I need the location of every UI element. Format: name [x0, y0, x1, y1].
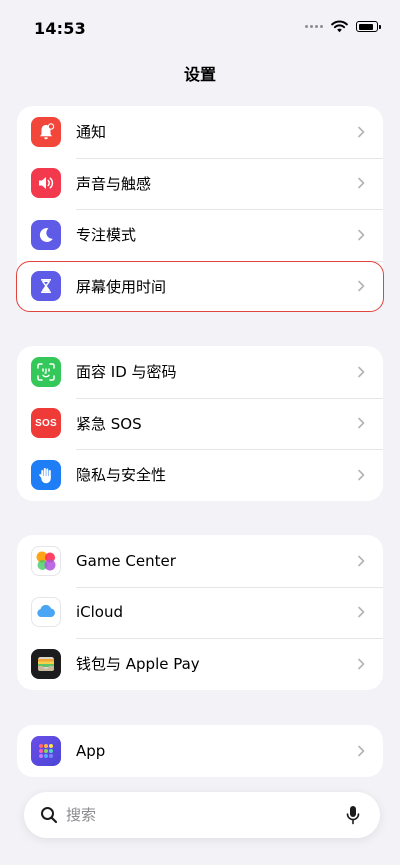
settings-group-4: App: [17, 725, 383, 777]
chevron-right-icon: [358, 606, 365, 618]
search-input[interactable]: [66, 804, 326, 826]
chevron-right-icon: [358, 658, 365, 670]
settings-group-2: 面容 ID 与密码 SOS 紧急 SOS 隐私与安全性: [17, 346, 383, 501]
cloud-icon: [31, 597, 61, 628]
settings-group-1: 通知 声音与触感 专注模式 屏幕使用时间: [16, 106, 384, 313]
speaker-icon: [31, 168, 61, 199]
settings-row-wallet[interactable]: 钱包与 Apple Pay: [17, 638, 383, 690]
wallet-icon: [31, 648, 61, 679]
hand-icon: [31, 459, 61, 490]
chevron-right-icon: [358, 280, 365, 292]
settings-row-privacy[interactable]: 隐私与安全性: [17, 449, 383, 501]
status-time: 14:53: [34, 19, 86, 38]
bell-badge-icon: [31, 116, 61, 147]
row-label: 紧急 SOS: [76, 414, 142, 433]
settings-row-game-center[interactable]: Game Center: [17, 535, 383, 587]
settings-row-focus[interactable]: 专注模式: [17, 209, 383, 261]
game-center-icon: [31, 545, 61, 576]
settings-row-sounds[interactable]: 声音与触感: [17, 157, 383, 210]
row-label: 通知: [76, 123, 107, 142]
chevron-right-icon: [358, 177, 365, 189]
page-title: 设置: [183, 65, 216, 84]
sos-icon-text: SOS: [35, 417, 57, 429]
chevron-right-icon: [358, 417, 365, 429]
settings-row-screen-time[interactable]: 屏幕使用时间: [17, 260, 383, 313]
settings-row-apps[interactable]: App: [17, 725, 383, 777]
app-grid-icon: [31, 735, 61, 766]
search-bar[interactable]: [24, 792, 380, 838]
settings-row-face-id[interactable]: 面容 ID 与密码: [17, 346, 383, 398]
chevron-right-icon: [358, 745, 365, 757]
row-label: 隐私与安全性: [76, 466, 167, 485]
row-label: 屏幕使用时间: [76, 277, 167, 296]
battery-icon: [356, 21, 381, 32]
row-label: 钱包与 Apple Pay: [76, 655, 200, 674]
sos-icon: SOS: [31, 408, 61, 439]
row-label: App: [76, 741, 106, 760]
chevron-right-icon: [358, 555, 365, 567]
row-label: 专注模式: [76, 226, 137, 245]
battery-level: [358, 23, 373, 30]
chevron-right-icon: [358, 126, 365, 138]
search-icon: [41, 807, 58, 824]
settings-group-3: Game Center iCloud 钱包与 Apple Pay: [17, 535, 383, 690]
row-label: 面容 ID 与密码: [76, 363, 177, 382]
status-bar: 14:53: [0, 0, 400, 56]
wifi-icon: [331, 20, 348, 33]
settings-row-icloud[interactable]: iCloud: [17, 586, 383, 639]
hourglass-icon: [31, 271, 61, 302]
settings-row-notifications[interactable]: 通知: [17, 106, 383, 158]
row-label: iCloud: [76, 603, 124, 622]
face-id-icon: [31, 356, 61, 387]
moon-icon: [31, 219, 61, 250]
chevron-right-icon: [358, 469, 365, 481]
row-label: 声音与触感: [76, 174, 152, 193]
chevron-right-icon: [358, 229, 365, 241]
signal-dots-icon: [305, 25, 323, 28]
microphone-icon[interactable]: [346, 805, 360, 825]
row-label: Game Center: [76, 551, 176, 570]
status-icons: [305, 20, 381, 33]
chevron-right-icon: [358, 366, 365, 378]
settings-row-emergency-sos[interactable]: SOS 紧急 SOS: [17, 397, 383, 450]
